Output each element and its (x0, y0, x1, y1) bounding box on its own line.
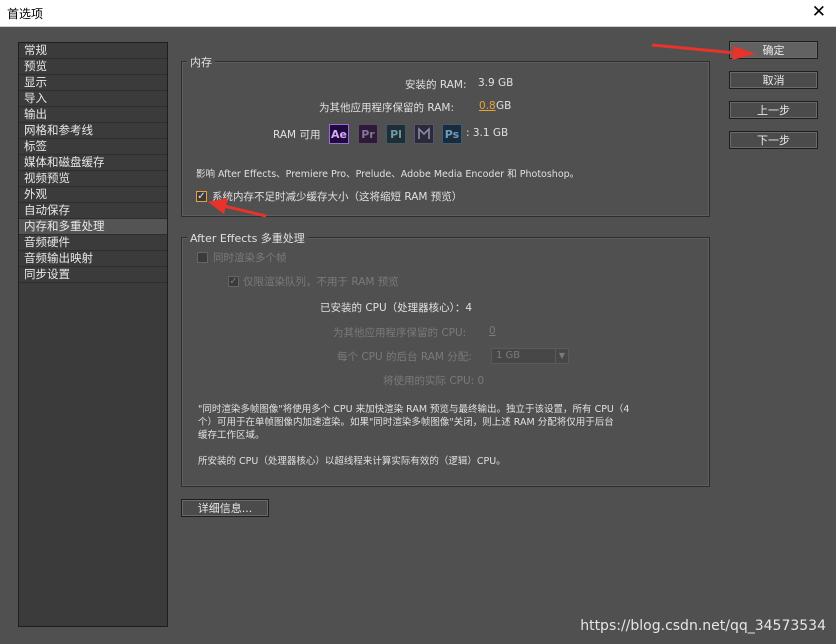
sidebar-item-audio-output-mapping[interactable]: 音频输出映射 (19, 251, 167, 267)
installed-ram-value: 3.9 GB (478, 77, 514, 89)
cancel-button[interactable]: 取消 (729, 71, 818, 89)
sidebar-item-audio-hardware[interactable]: 音频硬件 (19, 235, 167, 251)
reserved-cpu-value[interactable]: 0 (489, 325, 496, 337)
sidebar-item-labels[interactable]: 标签 (19, 139, 167, 155)
render-multiple-frames-label[interactable]: 同时渲染多个帧 (213, 250, 287, 265)
sidebar-item-sync-settings[interactable]: 同步设置 (19, 267, 167, 283)
hyperthreading-note: 所安装的 CPU（处理器核心）以超线程来计算实际有效的（逻辑）CPU。 (198, 456, 506, 467)
sidebar-item-video-preview[interactable]: 视频预览 (19, 171, 167, 187)
next-button[interactable]: 下一步 (729, 131, 818, 149)
memory-panel-title: 内存 (187, 54, 215, 70)
sidebar-item-output[interactable]: 输出 (19, 107, 167, 123)
annotation-arrow-checkbox (208, 198, 267, 218)
sidebar-item-memory-multiprocessing[interactable]: 内存和多重处理 (19, 219, 167, 235)
window-title: 首选项 (7, 7, 44, 21)
preferences-dialog: 常规 预览 显示 导入 输出 网格和参考线 标签 媒体和磁盘缓存 视频预览 外观… (0, 27, 836, 644)
premiere-pro-icon: Pr (358, 124, 378, 144)
sidebar-item-import[interactable]: 导入 (19, 91, 167, 107)
reserved-ram-label: 为其他应用程序保留的 RAM: (319, 102, 454, 114)
sidebar-category-list: 常规 预览 显示 导入 输出 网格和参考线 标签 媒体和磁盘缓存 视频预览 外观… (18, 42, 168, 627)
media-encoder-icon (414, 124, 434, 144)
sidebar-item-auto-save[interactable]: 自动保存 (19, 203, 167, 219)
ram-per-cpu-value: 1 GB (496, 350, 521, 361)
ram-per-cpu-label: 每个 CPU 的后台 RAM 分配: (337, 351, 472, 363)
reserved-ram-value[interactable]: 0.8 (479, 100, 496, 112)
multiprocessing-description-line-1: "同时渲染多帧图像"将使用多个 CPU 来加快渲染 RAM 预览与最终输出。独立… (198, 404, 630, 415)
installed-ram-label: 安装的 RAM: (405, 79, 467, 91)
sidebar-item-media-cache[interactable]: 媒体和磁盘缓存 (19, 155, 167, 171)
affects-apps-text: 影响 After Effects、Premiere Pro、Prelude、Ad… (196, 169, 580, 180)
ram-per-cpu-dropdown[interactable]: 1 GB ▼ (491, 348, 569, 364)
sidebar-item-appearance[interactable]: 外观 (19, 187, 167, 203)
sidebar-item-display[interactable]: 显示 (19, 75, 167, 91)
ram-available-label: RAM 可用 (273, 129, 321, 141)
annotation-arrow-ok (651, 43, 756, 60)
previous-button[interactable]: 上一步 (729, 101, 818, 119)
sidebar-item-previews[interactable]: 预览 (19, 59, 167, 75)
installed-cpu-label: 已安装的 CPU（处理器核心）：4 (320, 302, 473, 314)
render-multiple-frames-checkbox[interactable] (197, 252, 208, 263)
after-effects-icon: Ae (329, 124, 349, 144)
title-bar: 首选项 ✕ (0, 0, 836, 27)
prelude-icon: Pl (386, 124, 406, 144)
multiprocessing-description-line-3: 缓存工作区域。 (198, 430, 265, 441)
multiprocessing-description-line-2: 个）可用于在单帧图像内加速渲染。如果"同时渲染多帧图像"关闭，则上述 RAM 分… (198, 417, 614, 428)
media-encoder-glyph (418, 127, 430, 139)
chevron-down-icon: ▼ (555, 349, 568, 363)
photoshop-icon: Ps (442, 124, 462, 144)
reserved-cpu-label: 为其他应用程序保留的 CPU: (333, 327, 467, 339)
render-queue-only-label[interactable]: 仅限渲染队列，不用于 RAM 预览 (243, 274, 399, 289)
sidebar-item-general[interactable]: 常规 (19, 43, 167, 59)
details-button[interactable]: 详细信息... (181, 499, 269, 517)
reserved-ram-unit: GB (496, 100, 512, 112)
close-icon[interactable]: ✕ (812, 2, 826, 22)
render-queue-only-checkbox[interactable]: ✓ (228, 276, 239, 287)
watermark-text: https://blog.csdn.net/qq_34573534 (580, 618, 826, 634)
actual-cpu-label: 将使用的实际 CPU: 0 (383, 375, 485, 387)
multiprocessing-panel-title: After Effects 多重处理 (187, 230, 308, 246)
ram-available-value: : 3.1 GB (466, 127, 509, 139)
sidebar-item-grids-guides[interactable]: 网格和参考线 (19, 123, 167, 139)
